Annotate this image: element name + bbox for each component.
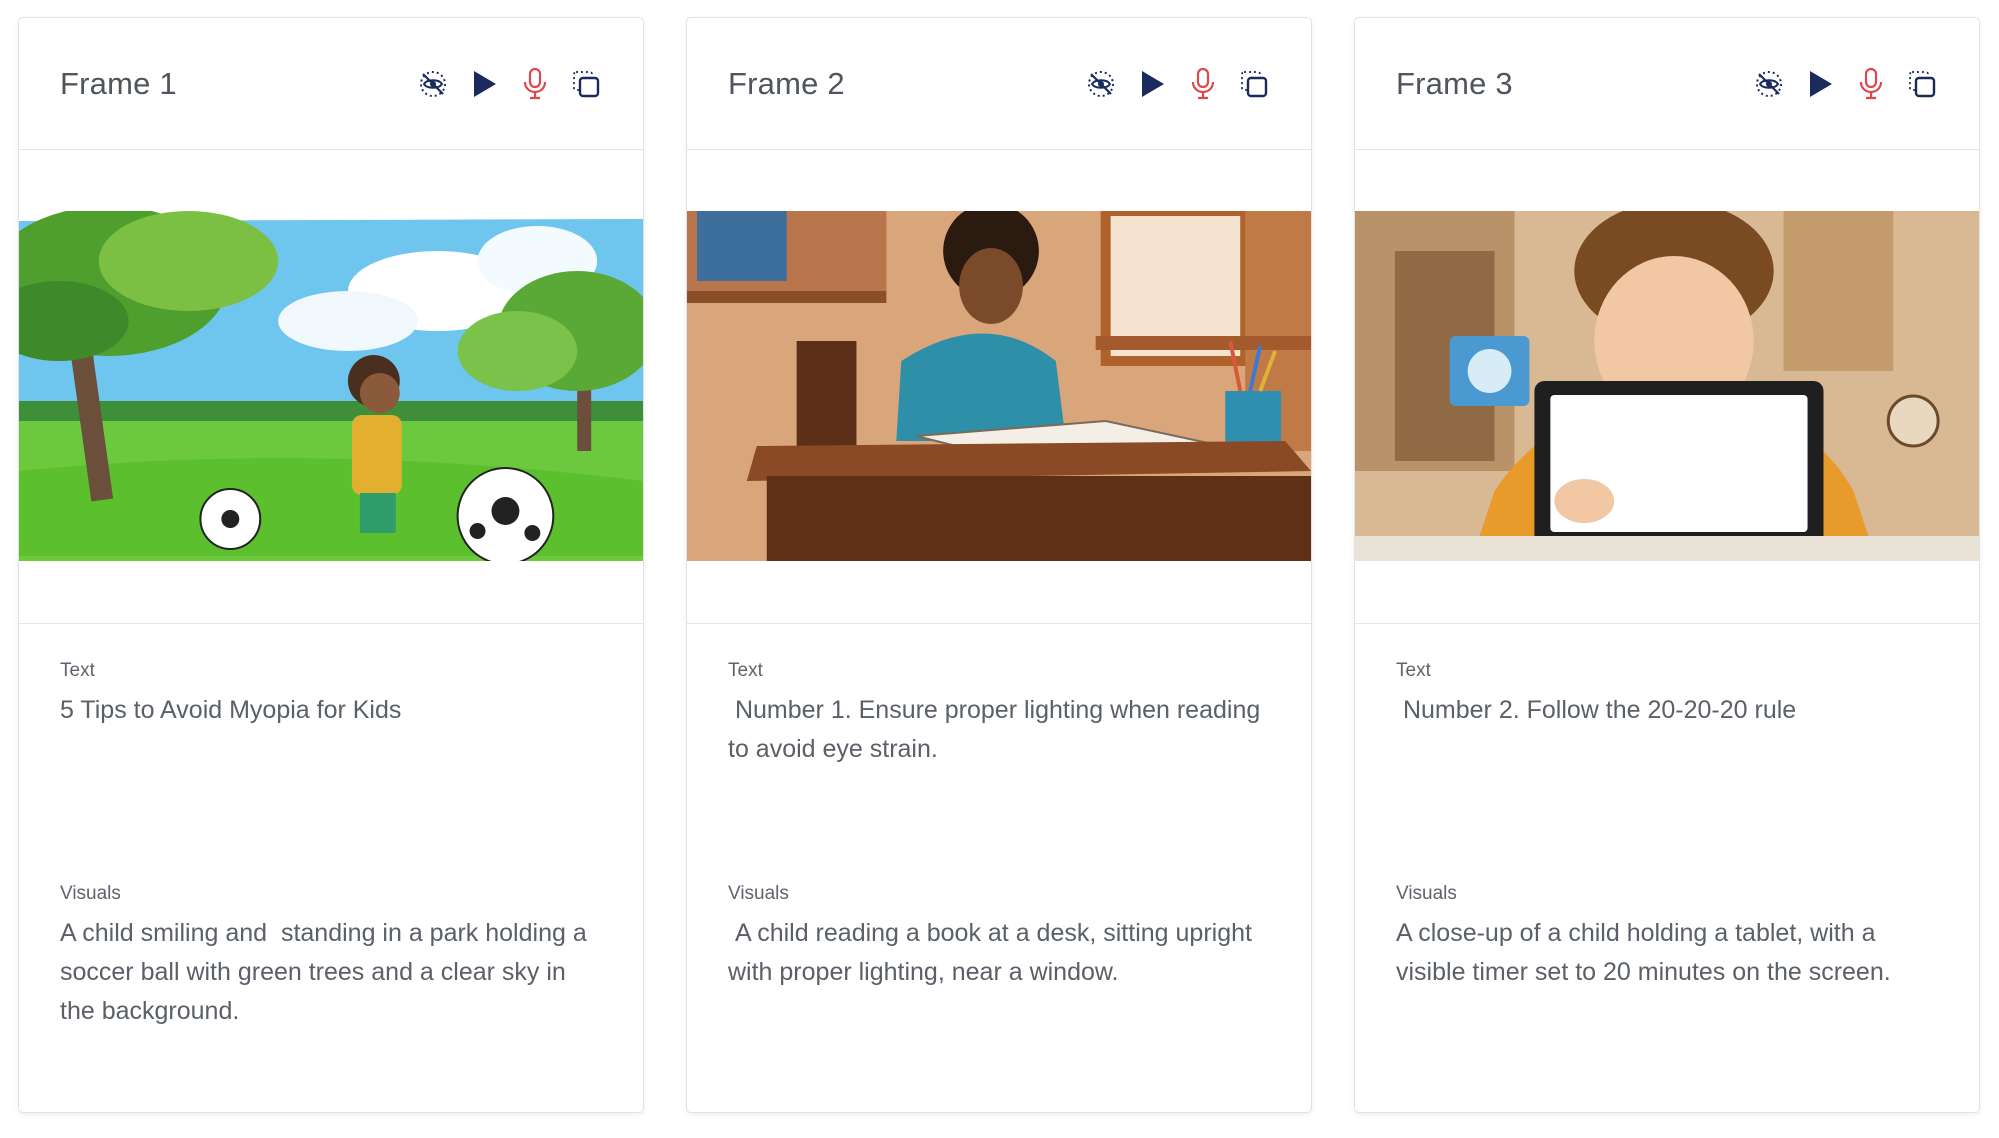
frame-body: Text Number 1. Ensure proper lighting wh… (687, 624, 1311, 992)
frame-header: Frame 1 (19, 18, 643, 150)
play-icon[interactable] (1803, 67, 1837, 101)
storyboard-frames: Frame 1 Text 5 Tips to Avoid Myopia for … (18, 17, 1980, 1113)
visuals-field: Visuals A child reading a book at a desk… (728, 883, 1271, 992)
microphone-icon[interactable] (1854, 67, 1888, 101)
visuals-field: Visuals A child smiling and standing in … (60, 883, 603, 1031)
visuals-value[interactable]: A close-up of a child holding a tablet, … (1396, 914, 1939, 992)
frame-toolbar (1752, 67, 1939, 101)
tablet-scene-image (1355, 211, 1979, 561)
text-field: Text Number 2. Follow the 20-20-20 rule (1396, 660, 1939, 883)
frame-card-1: Frame 1 Text 5 Tips to Avoid Myopia for … (18, 17, 644, 1113)
frame-body: Text 5 Tips to Avoid Myopia for Kids Vis… (19, 624, 643, 1031)
play-icon[interactable] (1135, 67, 1169, 101)
text-label: Text (60, 660, 95, 681)
text-field: Text 5 Tips to Avoid Myopia for Kids (60, 660, 603, 883)
text-label: Text (1396, 660, 1431, 681)
frame-image-area (687, 150, 1311, 624)
microphone-icon[interactable] (1186, 67, 1220, 101)
eye-off-icon[interactable] (416, 67, 450, 101)
visuals-value[interactable]: A child reading a book at a desk, sittin… (728, 914, 1271, 992)
visuals-label: Visuals (1396, 883, 1457, 904)
visuals-field: Visuals A close-up of a child holding a … (1396, 883, 1939, 992)
copy-frame-icon[interactable] (569, 67, 603, 101)
frame-title: Frame 1 (60, 65, 177, 101)
frame-card-3: Frame 3 Text Number 2. Follow the 20-20-… (1354, 17, 1980, 1113)
text-value[interactable]: Number 2. Follow the 20-20-20 rule (1396, 691, 1939, 730)
frame-card-2: Frame 2 Text Number 1. Ensure proper lig… (686, 17, 1312, 1113)
frame-header: Frame 2 (687, 18, 1311, 150)
frame-header: Frame 3 (1355, 18, 1979, 150)
text-value[interactable]: 5 Tips to Avoid Myopia for Kids (60, 691, 603, 730)
visuals-value[interactable]: A child smiling and standing in a park h… (60, 914, 603, 1031)
copy-frame-icon[interactable] (1237, 67, 1271, 101)
frame-image-area (1355, 150, 1979, 624)
text-value[interactable]: Number 1. Ensure proper lighting when re… (728, 691, 1271, 769)
frame-toolbar (416, 67, 603, 101)
frame-image-area (19, 150, 643, 624)
frame-toolbar (1084, 67, 1271, 101)
eye-off-icon[interactable] (1752, 67, 1786, 101)
park-scene-image (19, 211, 643, 561)
frame-title: Frame 3 (1396, 65, 1513, 101)
visuals-label: Visuals (728, 883, 789, 904)
desk-reading-scene-image (687, 211, 1311, 561)
microphone-icon[interactable] (518, 67, 552, 101)
visuals-label: Visuals (60, 883, 121, 904)
copy-frame-icon[interactable] (1905, 67, 1939, 101)
text-label: Text (728, 660, 763, 681)
frame-title: Frame 2 (728, 65, 845, 101)
eye-off-icon[interactable] (1084, 67, 1118, 101)
text-field: Text Number 1. Ensure proper lighting wh… (728, 660, 1271, 883)
frame-body: Text Number 2. Follow the 20-20-20 rule … (1355, 624, 1979, 992)
play-icon[interactable] (467, 67, 501, 101)
